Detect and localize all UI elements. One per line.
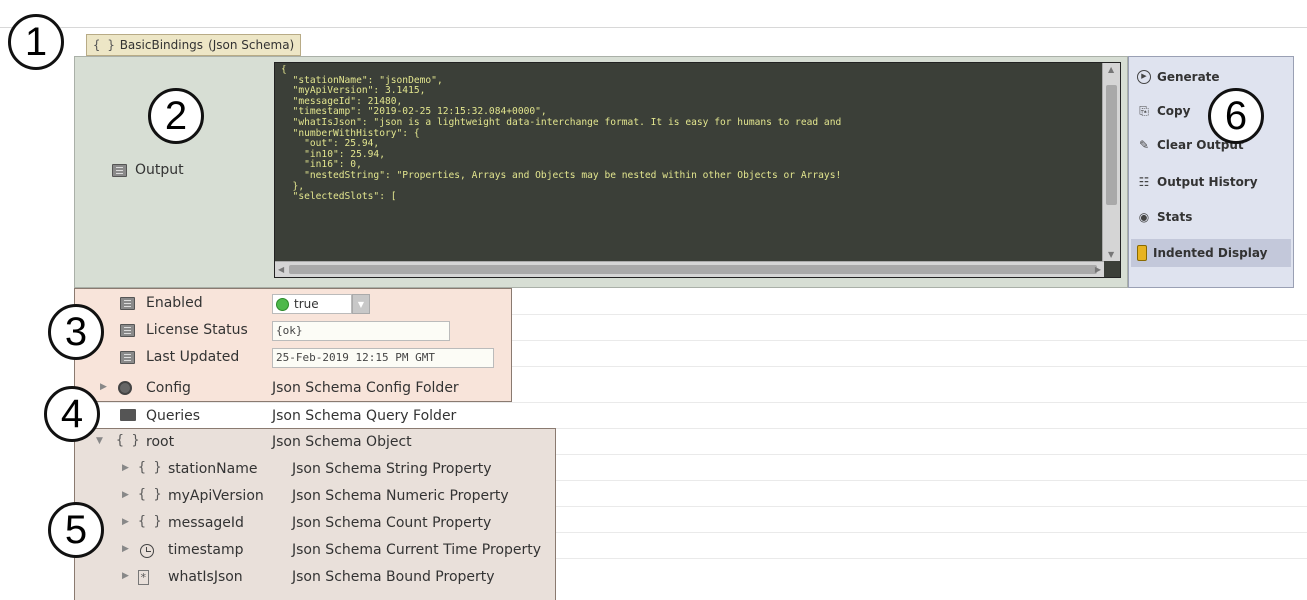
expand-arrow-icon[interactable]: ▶: [122, 463, 129, 473]
callout-6: 6: [1208, 88, 1264, 144]
scroll-up-icon[interactable]: ▲: [1108, 65, 1114, 74]
component-title-tab[interactable]: { } BasicBindings (Json Schema): [86, 34, 302, 56]
vertical-scroll-thumb[interactable]: [1106, 85, 1117, 205]
child-label: myApiVersion: [168, 488, 264, 504]
chevron-down-icon[interactable]: ▼: [352, 294, 370, 314]
slot-page-icon: [120, 324, 135, 341]
callout-1: 1: [8, 14, 64, 70]
child-type: Json Schema String Property: [292, 461, 492, 477]
horizontal-scrollbar[interactable]: ◀ ▶: [275, 261, 1104, 277]
license-status-label: License Status: [146, 322, 248, 338]
child-label: stationName: [168, 461, 258, 477]
braces-icon: { }: [93, 38, 115, 52]
braces-icon: { }: [138, 487, 162, 502]
top-divider: [0, 27, 1307, 28]
indented-display-toggle[interactable]: Indented Display: [1131, 239, 1291, 267]
child-label: messageId: [168, 515, 244, 531]
child-label: whatIsJson: [168, 569, 243, 585]
gear-icon: [118, 381, 132, 399]
child-row-timestamp[interactable]: ▶ timestamp Json Schema Current Time Pro…: [74, 538, 574, 564]
child-row-whatisjson[interactable]: ▶ * whatIsJson Json Schema Bound Propert…: [74, 565, 574, 591]
last-updated-label: Last Updated: [146, 349, 240, 365]
json-output-editor[interactable]: { "stationName": "jsonDemo", "myApiVersi…: [274, 62, 1121, 278]
row-divider: [74, 402, 1307, 403]
expand-arrow-icon[interactable]: ▶: [122, 490, 129, 500]
clock-icon: [140, 544, 154, 562]
child-type: Json Schema Count Property: [292, 515, 492, 531]
enabled-select[interactable]: true ▼: [272, 294, 371, 314]
braces-icon: { }: [138, 460, 162, 475]
queries-label: Queries: [146, 408, 201, 424]
queries-row[interactable]: Queries Json Schema Query Folder: [74, 404, 574, 430]
child-row-myapiversion[interactable]: ▶ { } myApiVersion Json Schema Numeric P…: [74, 484, 574, 510]
play-circle-icon: ▶: [1137, 70, 1151, 84]
slot-page-icon: [120, 351, 135, 368]
expand-arrow-icon[interactable]: ▶: [100, 382, 107, 392]
config-row[interactable]: ▶ Config Json Schema Config Folder: [74, 376, 574, 402]
child-type: Json Schema Current Time Property: [292, 542, 542, 558]
component-type: (Json Schema): [208, 38, 295, 52]
config-type: Json Schema Config Folder: [272, 380, 459, 396]
license-status-row: License Status {ok}: [74, 318, 574, 344]
scroll-left-icon[interactable]: ◀: [278, 265, 284, 274]
stats-button[interactable]: ◉ Stats: [1137, 207, 1193, 227]
last-updated-field: 25-Feb-2019 12:15 PM GMT: [272, 348, 494, 368]
enabled-value: true: [294, 297, 319, 311]
callout-4: 4: [44, 386, 100, 442]
callout-3: 3: [48, 304, 104, 360]
enabled-row[interactable]: Enabled true ▼: [74, 291, 574, 317]
generate-button[interactable]: ▶ Generate: [1137, 67, 1220, 87]
child-type: Json Schema Numeric Property: [292, 488, 509, 504]
slot-page-icon: [120, 297, 135, 314]
callout-2: 2: [148, 88, 204, 144]
license-status-field: {ok}: [272, 321, 450, 341]
child-row-messageid[interactable]: ▶ { } messageId Json Schema Count Proper…: [74, 511, 574, 537]
output-history-button[interactable]: ☷ Output History: [1137, 172, 1258, 192]
child-type: Json Schema Bound Property: [292, 569, 495, 585]
history-grid-icon: ☷: [1138, 175, 1150, 189]
root-row[interactable]: ▼ { } root Json Schema Object: [74, 430, 574, 456]
expand-arrow-icon[interactable]: ▶: [122, 517, 129, 527]
copy-icon: ⎘: [1139, 104, 1149, 118]
output-slot: Output: [112, 162, 184, 178]
callout-5: 5: [48, 502, 104, 558]
queries-type: Json Schema Query Folder: [272, 408, 457, 424]
toggle-icon: [1137, 245, 1147, 261]
output-label: Output: [135, 162, 184, 178]
component-name: BasicBindings: [119, 38, 204, 52]
horizontal-scroll-thumb[interactable]: [289, 265, 1097, 274]
enabled-value-field[interactable]: true: [272, 294, 352, 314]
root-label: root: [146, 434, 175, 450]
expand-arrow-icon[interactable]: ▶: [122, 571, 129, 581]
config-label: Config: [146, 380, 191, 396]
last-updated-row: Last Updated 25-Feb-2019 12:15 PM GMT: [74, 345, 574, 371]
slot-page-icon: [112, 163, 127, 177]
folder-icon: [120, 408, 136, 424]
root-type: Json Schema Object: [272, 434, 412, 450]
vertical-scrollbar[interactable]: ▲ ▼: [1102, 63, 1120, 261]
braces-icon: { }: [116, 433, 140, 448]
scroll-right-icon[interactable]: ▶: [1095, 265, 1101, 274]
status-dot-icon: [276, 297, 289, 311]
actions-panel: ▶ Generate ⎘ Copy ✎ Clear Output ☷ Outpu…: [1128, 56, 1294, 288]
scroll-down-icon[interactable]: ▼: [1108, 250, 1114, 259]
collapse-arrow-icon[interactable]: ▼: [96, 436, 103, 446]
copy-button[interactable]: ⎘ Copy: [1137, 101, 1190, 121]
child-label: timestamp: [168, 542, 244, 558]
child-row-stationname[interactable]: ▶ { } stationName Json Schema String Pro…: [74, 457, 574, 483]
braces-icon: { }: [138, 514, 162, 529]
expand-arrow-icon[interactable]: ▶: [122, 544, 129, 554]
enabled-label: Enabled: [146, 295, 203, 311]
eye-icon: ◉: [1138, 210, 1150, 224]
eraser-icon: ✎: [1138, 138, 1150, 152]
bound-property-icon: *: [138, 570, 149, 585]
json-output-text[interactable]: { "stationName": "jsonDemo", "myApiVersi…: [281, 65, 1101, 261]
